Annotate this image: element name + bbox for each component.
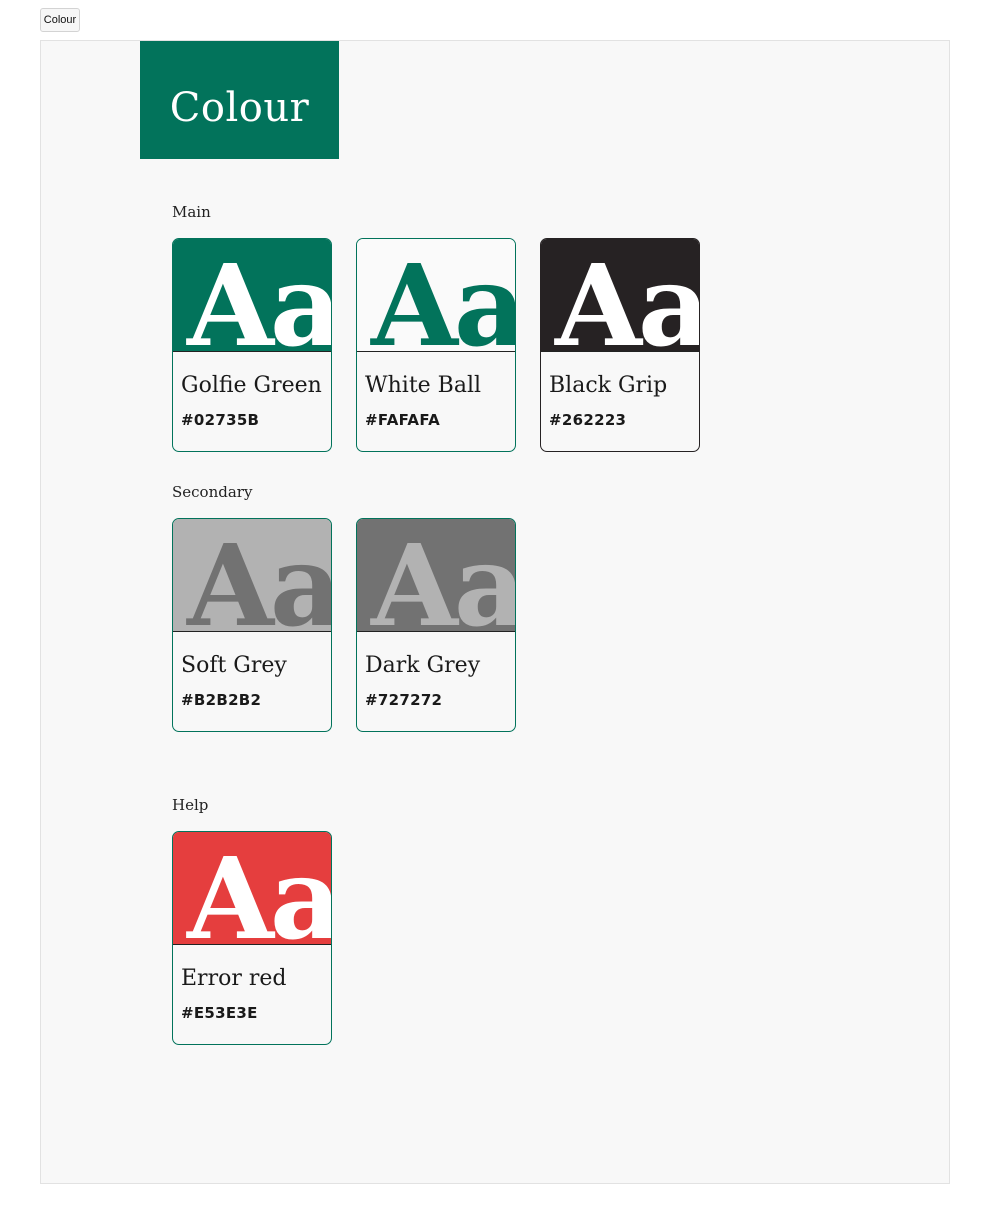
section-label-main: Main [172,203,211,221]
color-card-white-ball: Aa White Ball #FAFAFA [356,238,516,452]
color-swatch: Aa [173,239,331,352]
color-name: Soft Grey [181,653,287,678]
color-swatch: Aa [173,519,331,632]
type-sample-glyph: Aa [555,241,699,352]
color-name: Dark Grey [365,653,481,678]
section-label-help: Help [172,796,209,814]
color-hex: #E53E3E [181,1004,258,1022]
color-card-soft-grey: Aa Soft Grey #B2B2B2 [172,518,332,732]
page-title: Colour [169,85,310,131]
color-card-black-grip: Aa Black Grip #262223 [540,238,700,452]
type-sample-glyph: Aa [187,834,331,945]
color-swatch: Aa [357,239,515,352]
type-sample-glyph: Aa [371,521,515,632]
color-card-dark-grey: Aa Dark Grey #727272 [356,518,516,732]
color-hex: #262223 [549,411,627,429]
color-hex: #727272 [365,691,443,709]
color-name: Black Grip [549,373,668,398]
type-sample-glyph: Aa [187,241,331,352]
color-card-golfie-green: Aa Golfie Green #02735B [172,238,332,452]
color-hex: #02735B [181,411,260,429]
color-name: Error red [181,966,287,991]
color-card-error-red: Aa Error red #E53E3E [172,831,332,1045]
type-sample-glyph: Aa [371,241,515,352]
canvas: Colour Main Aa Golfie Green #02735B Aa W… [40,40,950,1184]
color-swatch: Aa [541,239,699,352]
color-swatch: Aa [357,519,515,632]
page-banner: Colour [140,41,339,159]
color-hex: #B2B2B2 [181,691,262,709]
color-swatch: Aa [173,832,331,945]
tab-colour[interactable]: Colour [40,8,80,32]
color-name: White Ball [365,373,482,398]
type-sample-glyph: Aa [187,521,331,632]
section-label-secondary: Secondary [172,483,253,501]
color-hex: #FAFAFA [365,411,441,429]
color-name: Golfie Green [181,373,322,398]
